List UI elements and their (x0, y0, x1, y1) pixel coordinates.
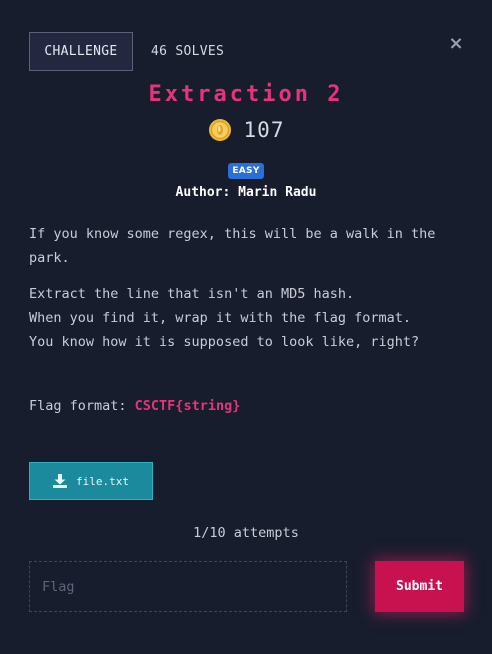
flag-input[interactable] (29, 561, 347, 612)
tab-challenge[interactable]: CHALLENGE (29, 32, 133, 71)
close-button[interactable]: × (448, 34, 464, 54)
flag-format: Flag format: CSCTF{string} (29, 398, 240, 414)
description-paragraph-2: Extract the line that isn't an MD5 hash.… (29, 282, 469, 354)
tab-row: CHALLENGE 46 SOLVES (29, 32, 224, 71)
challenge-points: 107 (243, 118, 285, 142)
file-name: file.txt (76, 474, 129, 488)
challenge-author: Author: Marin Radu (175, 185, 317, 200)
tab-solves[interactable]: 46 SOLVES (151, 44, 224, 59)
coin-icon (208, 119, 231, 141)
file-download-button[interactable]: file.txt (29, 462, 153, 500)
submit-button[interactable]: Submit (375, 561, 464, 612)
description-line: When you find it, wrap it with the flag … (29, 310, 412, 326)
flag-format-value: CSCTF{string} (134, 398, 241, 414)
challenge-title: Extraction 2 (148, 82, 344, 107)
challenge-description: If you know some regex, this will be a w… (29, 222, 469, 354)
badge-row: EASY (0, 163, 492, 179)
description-line: You know how it is supposed to look like… (29, 334, 420, 350)
close-icon: × (448, 33, 464, 54)
points-row: 107 (0, 118, 492, 142)
difficulty-badge: EASY (228, 163, 264, 179)
download-icon (53, 474, 67, 488)
attempts-counter: 1/10 attempts (193, 525, 299, 541)
flag-format-label: Flag format: (29, 398, 135, 414)
description-paragraph-1: If you know some regex, this will be a w… (29, 226, 436, 266)
challenge-modal: CHALLENGE 46 SOLVES × Extraction 2 107 E… (0, 0, 492, 654)
description-line: Extract the line that isn't an MD5 hash. (29, 286, 355, 302)
